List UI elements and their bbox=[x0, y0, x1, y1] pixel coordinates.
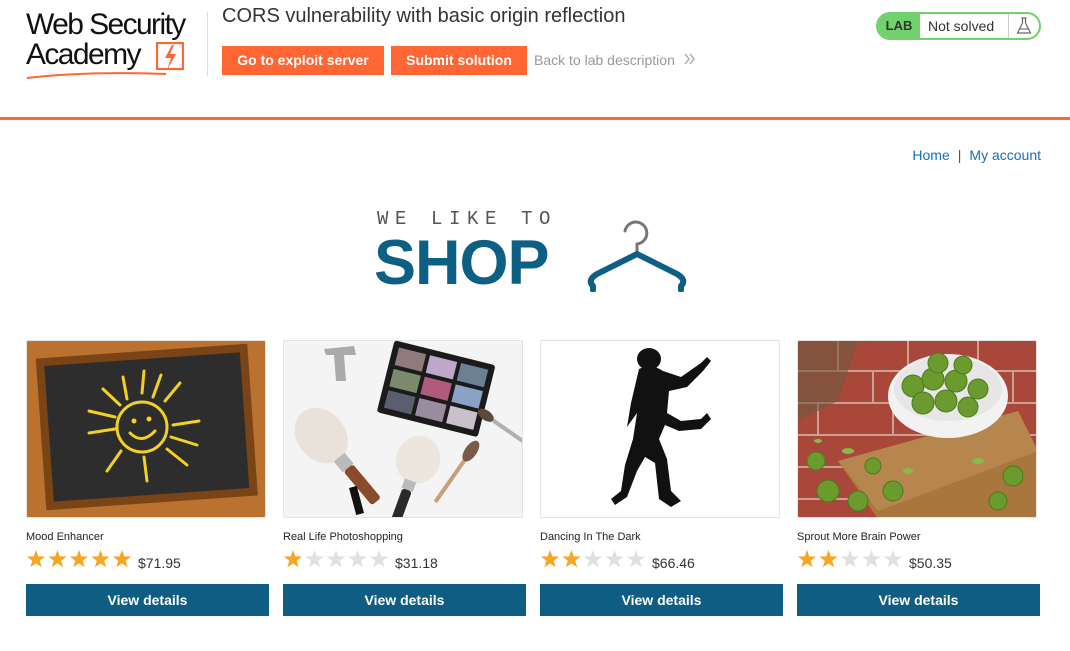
star-filled-icon bbox=[69, 549, 89, 568]
star-empty-icon bbox=[369, 549, 389, 568]
star-empty-icon bbox=[583, 549, 603, 568]
lab-title: CORS vulnerability with basic origin ref… bbox=[222, 5, 626, 27]
web-security-academy-logo[interactable]: Web Security Academy bbox=[26, 8, 208, 79]
star-filled-icon bbox=[48, 549, 67, 568]
flask-icon bbox=[1016, 17, 1032, 34]
lightning-bolt-icon bbox=[156, 42, 184, 71]
product-name: Sprout More Brain Power bbox=[797, 531, 921, 543]
top-navigation: Home | My account bbox=[912, 147, 1041, 163]
rating-stars bbox=[26, 549, 132, 568]
home-link[interactable]: Home bbox=[912, 147, 949, 163]
product-name: Dancing In The Dark bbox=[540, 531, 641, 543]
rating-stars bbox=[540, 549, 646, 568]
star-filled-icon bbox=[540, 549, 560, 568]
product-image-brussels-sprouts[interactable] bbox=[797, 340, 1037, 518]
product-name: Mood Enhancer bbox=[26, 531, 104, 543]
lab-status-text: Not solved bbox=[928, 18, 995, 34]
star-filled-icon bbox=[562, 549, 581, 568]
star-empty-icon bbox=[626, 549, 646, 568]
star-empty-icon bbox=[862, 549, 881, 568]
product-image-dancer-silhouette[interactable] bbox=[540, 340, 780, 518]
nav-separator: | bbox=[957, 147, 962, 163]
back-link-label: Back to lab description bbox=[534, 52, 675, 68]
star-empty-icon bbox=[348, 549, 367, 568]
star-filled-icon bbox=[26, 549, 46, 568]
lab-status-icon-wrap bbox=[1008, 14, 1039, 38]
clothes-hanger-icon bbox=[587, 220, 687, 292]
star-empty-icon bbox=[883, 549, 903, 568]
view-details-button[interactable]: View details bbox=[283, 584, 526, 616]
product-price: $66.46 bbox=[652, 555, 695, 571]
product-price: $31.18 bbox=[395, 555, 438, 571]
rating-stars bbox=[797, 549, 903, 568]
lab-badge: LAB bbox=[878, 14, 920, 38]
go-to-exploit-server-button[interactable]: Go to exploit server bbox=[222, 46, 384, 75]
back-to-lab-description-link[interactable]: Back to lab description bbox=[534, 52, 695, 68]
double-chevron-right-icon bbox=[684, 53, 695, 65]
product-price: $71.95 bbox=[138, 555, 181, 571]
star-filled-icon bbox=[819, 549, 838, 568]
my-account-link[interactable]: My account bbox=[969, 147, 1041, 163]
star-filled-icon bbox=[91, 549, 110, 568]
star-empty-icon bbox=[605, 549, 624, 568]
view-details-button[interactable]: View details bbox=[26, 584, 269, 616]
submit-solution-button[interactable]: Submit solution bbox=[391, 46, 527, 75]
product-name: Real Life Photoshopping bbox=[283, 531, 403, 543]
star-filled-icon bbox=[797, 549, 817, 568]
hero-tagline: WE LIKE TO bbox=[377, 208, 558, 230]
lab-status-widget: LAB Not solved bbox=[876, 12, 1041, 40]
logo-underline-swoosh bbox=[26, 72, 167, 79]
product-image-makeup-palette[interactable] bbox=[283, 340, 523, 518]
hero-headline: SHOP bbox=[374, 228, 550, 298]
view-details-button[interactable]: View details bbox=[797, 584, 1040, 616]
header-divider bbox=[207, 12, 208, 76]
view-details-button[interactable]: View details bbox=[540, 584, 783, 616]
product-image-sun-chalkboard[interactable] bbox=[26, 340, 266, 518]
logo-line-2: Academy bbox=[26, 38, 141, 71]
star-empty-icon bbox=[305, 549, 324, 568]
star-filled-icon bbox=[112, 549, 132, 568]
star-empty-icon bbox=[326, 549, 346, 568]
star-filled-icon bbox=[283, 549, 303, 568]
logo-line-1: Web Security bbox=[26, 8, 186, 41]
rating-stars bbox=[283, 549, 389, 568]
product-price: $50.35 bbox=[909, 555, 952, 571]
star-empty-icon bbox=[840, 549, 860, 568]
lab-header: Web Security Academy CORS vulnerability … bbox=[0, 0, 1070, 120]
